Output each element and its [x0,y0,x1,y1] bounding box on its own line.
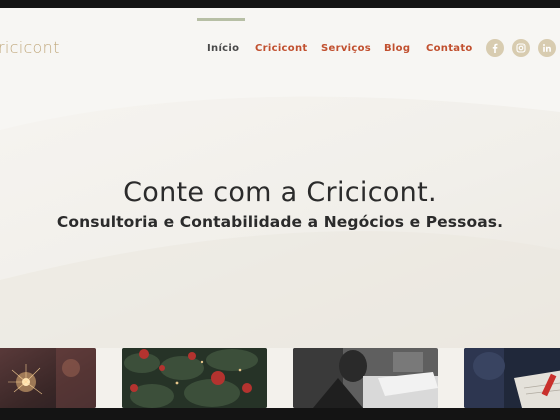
image-card-documents[interactable] [464,348,560,408]
documents-photo [464,348,560,408]
hero-headline: Conte com a Cricicont. [123,177,437,208]
facebook-icon[interactable] [486,39,504,57]
active-nav-indicator [197,18,245,21]
christmas-tree-photo [122,348,267,408]
nav-item-blog[interactable]: Blog [384,43,410,54]
image-card-business-meeting[interactable] [293,348,438,408]
instagram-icon[interactable] [512,39,530,57]
window-bottom-edge [0,408,560,420]
facebook-glyph [492,43,498,53]
nav-item-contato[interactable]: Contato [426,43,473,54]
linkedin-icon[interactable] [538,39,556,57]
hero-subheadline: Consultoria e Contabilidade a Negócios e… [56,213,504,231]
nav-item-cricicont[interactable]: Cricicont [255,43,307,54]
image-card-sparklers[interactable] [0,348,96,408]
main-nav: Início Cricicont Serviços Blog Contato [0,43,560,59]
nav-item-servicos[interactable]: Serviços [321,43,371,54]
nav-item-inicio[interactable]: Início [207,43,239,54]
instagram-glyph [516,43,526,53]
image-card-christmas-tree[interactable] [122,348,267,408]
linkedin-glyph [543,44,551,52]
sparklers-photo [0,348,96,408]
business-meeting-photo [293,348,438,408]
window-top-edge [0,0,560,8]
